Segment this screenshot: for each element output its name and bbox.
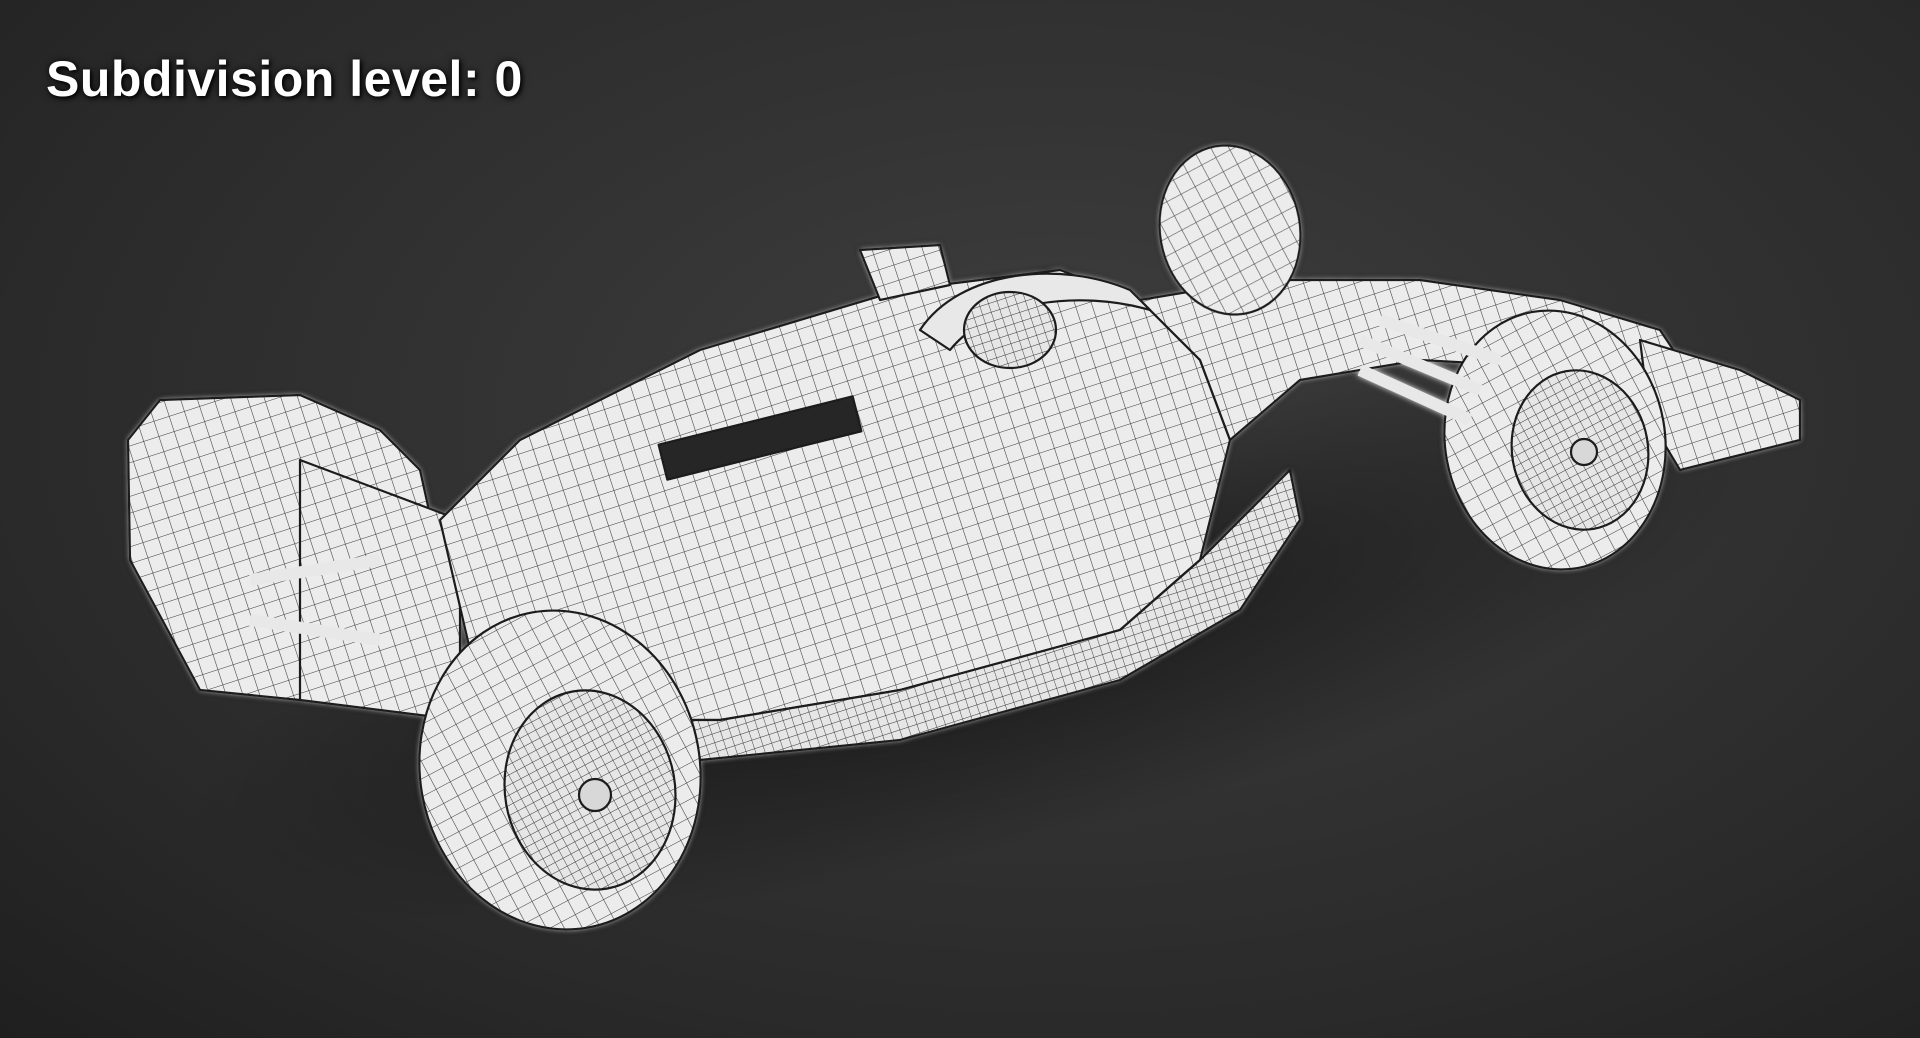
subdivision-level-label: Subdivision level: 0 <box>46 51 523 107</box>
rear-wing-endplate <box>298 458 462 722</box>
driver-helmet <box>962 290 1058 370</box>
race-car-wireframe-model <box>126 144 1802 931</box>
3d-viewport[interactable]: Subdivision level: 0 <box>0 0 1920 1038</box>
